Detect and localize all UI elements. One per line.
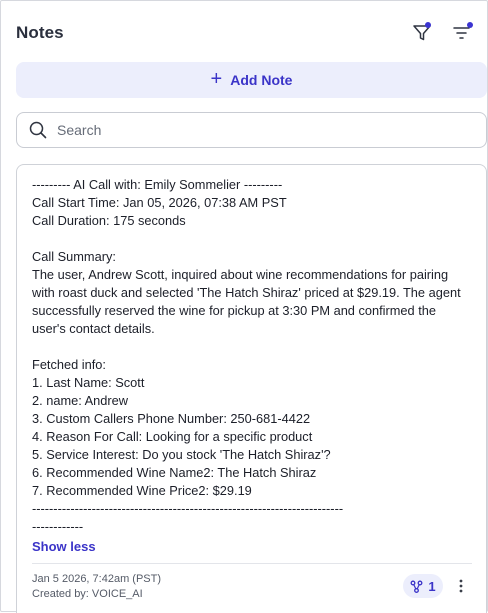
- search-box[interactable]: [16, 112, 487, 148]
- more-vertical-icon: [459, 579, 463, 593]
- note-meta: Jan 5 2026, 7:42am (PST) Created by: VOI…: [32, 572, 161, 602]
- page-title: Notes: [16, 23, 64, 42]
- note-line: The user, Andrew Scott, inquired about w…: [32, 267, 449, 282]
- filter-indicator-dot: [425, 22, 431, 28]
- note-line: ------------: [32, 519, 84, 534]
- note-line: Call Start Time: Jan 05, 2026, 07:38 AM …: [32, 195, 287, 210]
- note-content: --------- AI Call with: Emily Sommelier …: [32, 176, 472, 536]
- search-icon: [29, 121, 47, 139]
- notes-panel: Notes + Add Note Search --------- AI Cal…: [0, 0, 488, 613]
- note-line: --------- AI Call with: Emily Sommelier …: [32, 177, 283, 192]
- note-line: 7. Recommended Wine Price2: $29.19: [32, 483, 252, 498]
- association-icon: [410, 580, 423, 593]
- associations-badge[interactable]: 1: [403, 574, 443, 598]
- note-line: 6. Recommended Wine Name2: The Hatch Shi…: [32, 465, 317, 480]
- add-note-button[interactable]: + Add Note: [16, 62, 487, 98]
- note-card: --------- AI Call with: Emily Sommelier …: [16, 164, 487, 613]
- divider: [32, 563, 472, 564]
- note-line: ----------------------------------------…: [32, 501, 344, 516]
- search-input[interactable]: [57, 122, 457, 138]
- association-count: 1: [428, 578, 436, 594]
- sort-button[interactable]: [451, 22, 473, 44]
- note-line: 1. Last Name: Scott: [32, 375, 145, 390]
- note-line: Fetched info:: [32, 357, 106, 372]
- panel-header: Notes: [16, 21, 475, 45]
- header-actions: [411, 22, 473, 44]
- note-line: [32, 230, 472, 248]
- note-line: 4. Reason For Call: Looking for a specif…: [32, 429, 313, 444]
- note-line: 5. Service Interest: Do you stock 'The H…: [32, 447, 331, 462]
- note-line: successfully reserved the wine for picku…: [32, 303, 437, 318]
- note-line: [32, 338, 472, 356]
- add-note-label: Add Note: [230, 72, 293, 88]
- sort-indicator-dot: [467, 22, 473, 28]
- note-line: 2. name: Andrew: [32, 393, 129, 408]
- show-less-link[interactable]: Show less: [32, 539, 96, 554]
- note-line: user's contact details.: [32, 321, 155, 336]
- filter-button[interactable]: [411, 22, 433, 44]
- more-options-button[interactable]: [453, 576, 469, 596]
- note-line: 3. Custom Callers Phone Number: 250-681-…: [32, 411, 311, 426]
- plus-icon: +: [210, 68, 223, 90]
- note-line: with roast duck and selected 'The Hatch …: [32, 285, 461, 300]
- note-date: Jan 5 2026, 7:42am (PST): [32, 573, 162, 585]
- note-line: Call Duration: 175 seconds: [32, 213, 186, 228]
- note-created-by: Created by: VOICE_AI: [32, 588, 143, 600]
- note-line: Call Summary:: [32, 249, 116, 264]
